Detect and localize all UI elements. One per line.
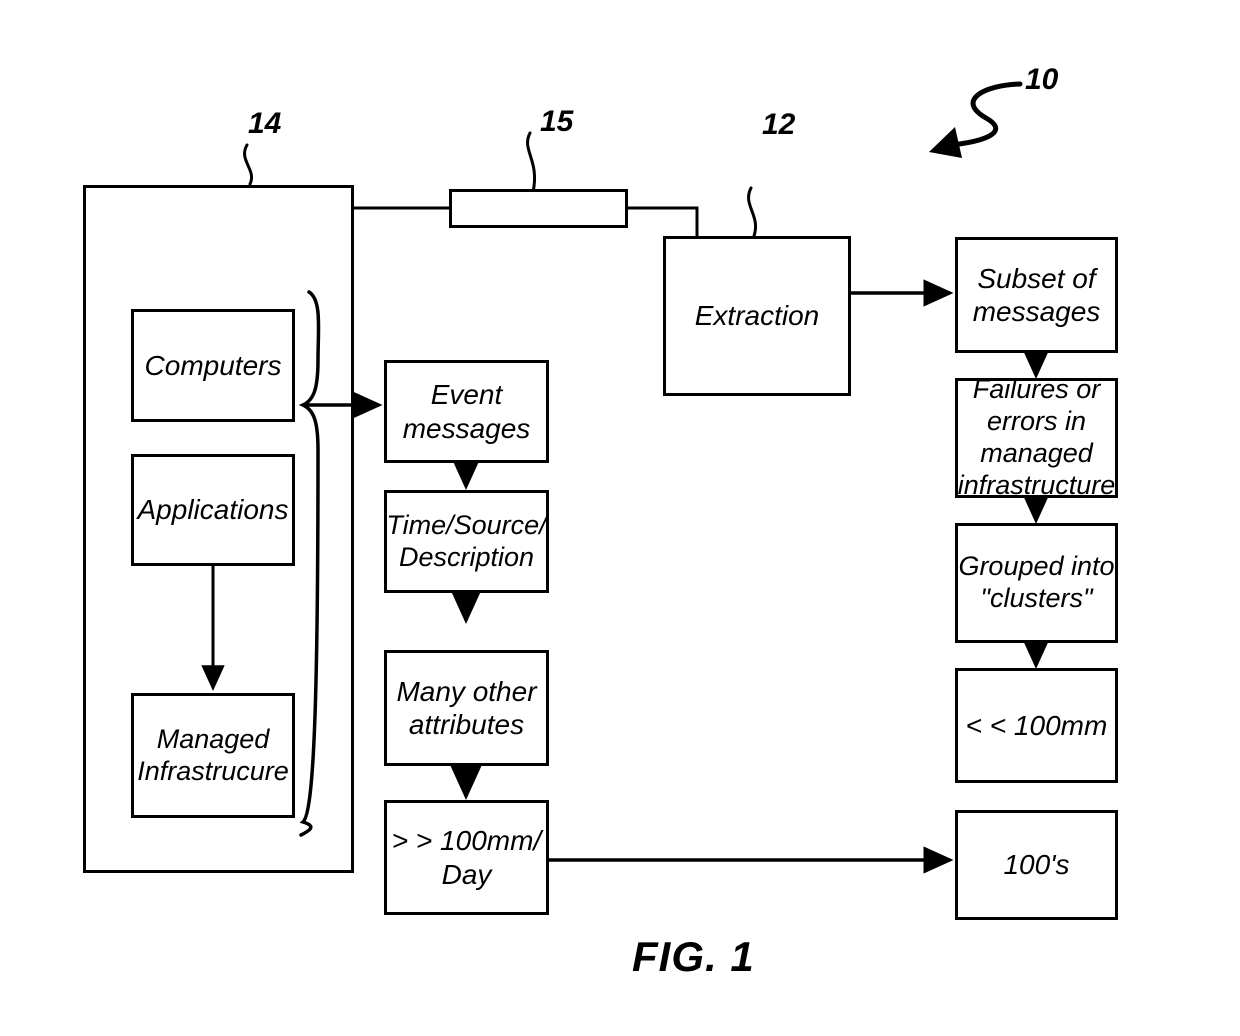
node-time-source-description[interactable]: Time/Source/ Description [384, 490, 549, 593]
node-applications[interactable]: Applications [131, 454, 295, 566]
node-event-messages[interactable]: Event messages [384, 360, 549, 463]
lead-line-15 [526, 131, 536, 194]
node-volume-per-day[interactable]: > > 100mm/ Day [384, 800, 549, 915]
node-failures-or-errors[interactable]: Failures or errors in managed infrastruc… [955, 374, 1118, 500]
system-callout-arrow [947, 81, 1023, 148]
edge-network-link-to-extraction [627, 206, 699, 238]
ref-numeral-12: 12 [762, 108, 796, 141]
node-computers[interactable]: Computers [131, 309, 295, 422]
lead-line-12 [747, 186, 758, 238]
figure-caption: FIG. 1 [632, 933, 755, 980]
node-network-link[interactable] [449, 189, 628, 228]
node-hundreds[interactable]: 100's [955, 810, 1118, 920]
patent-figure: 14 15 12 10 Computers Applications Manag… [0, 0, 1240, 1036]
node-cluster-volume[interactable]: < < 100mm [955, 668, 1118, 783]
system-callout-arrowhead [929, 127, 962, 158]
node-subset-of-messages[interactable]: Subset of messages [955, 237, 1118, 353]
lead-line-14 [243, 143, 254, 186]
ref-numeral-10: 10 [1025, 63, 1059, 96]
node-managed-infrastructure[interactable]: Managed Infrastrucure [131, 693, 295, 818]
node-many-other-attributes[interactable]: Many other attributes [384, 650, 549, 766]
node-extraction[interactable]: Extraction [663, 236, 851, 396]
ref-numeral-15: 15 [540, 105, 574, 138]
node-grouped-into-clusters[interactable]: Grouped into "clusters" [955, 523, 1118, 643]
ref-numeral-14: 14 [248, 107, 282, 140]
